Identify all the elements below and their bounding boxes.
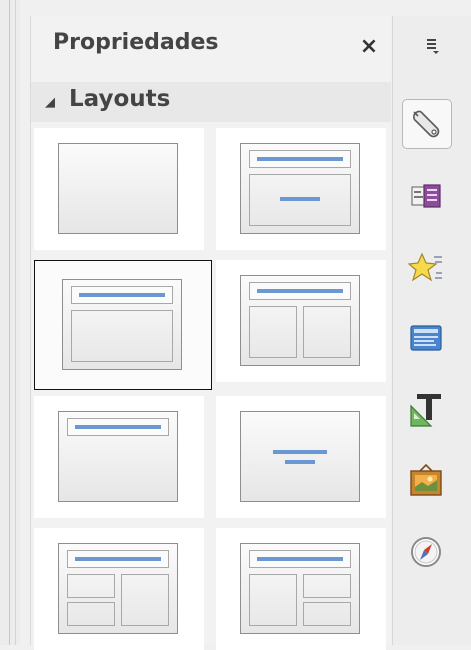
layout-title-content-box[interactable] [34,260,212,390]
layout-thumbnail [58,543,178,634]
animation-star-icon[interactable] [402,244,450,292]
wrench-properties-icon[interactable] [402,99,452,149]
layout-thumbnail [240,275,360,366]
layout-centered-text[interactable] [216,396,386,518]
layout-thumbnail [58,143,178,234]
layout-blank-slide[interactable] [34,128,204,250]
gallery-picture-icon[interactable] [402,456,450,504]
layout-thumbnail [240,143,360,234]
hamburger-menu-icon[interactable] [423,36,443,56]
panel-header: Propriedades × [31,16,391,76]
layout-thumbnail [240,411,360,502]
layout-thumbnail [62,279,182,370]
layouts-section-header[interactable]: ◢ Layouts [31,82,391,122]
layout-title-only[interactable] [34,396,204,518]
master-slides-icon[interactable] [402,314,450,362]
properties-panel: Propriedades × ◢ Layouts [30,16,391,650]
expander-triangle-icon[interactable]: ◢ [45,95,55,110]
layouts-section-title: Layouts [69,86,171,112]
slide-transition-icon[interactable] [402,172,450,220]
layout-title-content[interactable] [216,128,386,250]
sidebar-tab-bar [392,16,471,645]
layout-thumbnail [240,543,360,634]
layout-title-two-content-and-content[interactable] [34,528,204,650]
panel-title: Propriedades [53,30,219,55]
layout-thumbnail [58,411,178,502]
layout-title-two-content[interactable] [216,260,386,382]
navigator-compass-icon[interactable] [402,528,450,576]
styles-format-icon[interactable] [402,386,450,434]
close-button[interactable]: × [356,34,382,60]
left-window-edge [0,0,20,645]
layout-title-content-and-two-content[interactable] [216,528,386,650]
